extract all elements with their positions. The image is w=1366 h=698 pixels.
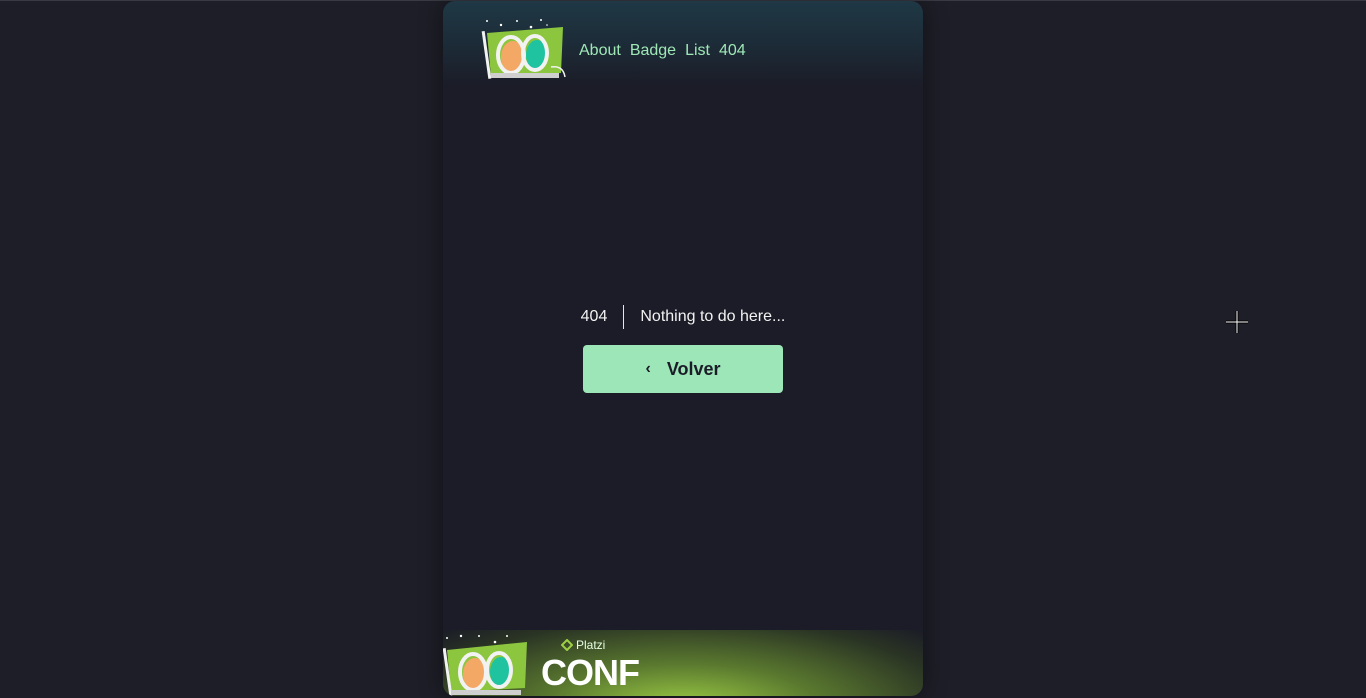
platzi-brand: Platzi <box>561 638 605 652</box>
platzi-icon <box>561 639 573 651</box>
crosshair-cursor-icon <box>1226 311 1248 333</box>
nav-about[interactable]: About <box>579 42 621 60</box>
nav-badge[interactable]: Badge <box>630 42 676 60</box>
conf-brand: CONF <box>541 652 640 693</box>
app-card: About Badge List 404 404 Nothing to do h… <box>443 1 923 696</box>
badge-logo-icon[interactable] <box>481 15 571 81</box>
platzi-label: Platzi <box>576 638 606 652</box>
header: About Badge List 404 <box>443 1 923 87</box>
back-button[interactable]: ‹ Volver <box>583 345 783 393</box>
nav-404[interactable]: 404 <box>719 42 746 60</box>
nav-list[interactable]: List <box>685 42 710 60</box>
badge-logo-icon <box>443 634 527 696</box>
error-message-row: 404 Nothing to do here... <box>443 305 923 329</box>
chevron-left-icon: ‹ <box>645 360 651 377</box>
error-text: Nothing to do here... <box>640 308 786 325</box>
back-button-label: Volver <box>666 358 721 379</box>
main-nav: About Badge List 404 <box>579 42 746 60</box>
error-code: 404 <box>580 308 608 325</box>
footer-banner: Platzi CONF <box>443 630 923 696</box>
